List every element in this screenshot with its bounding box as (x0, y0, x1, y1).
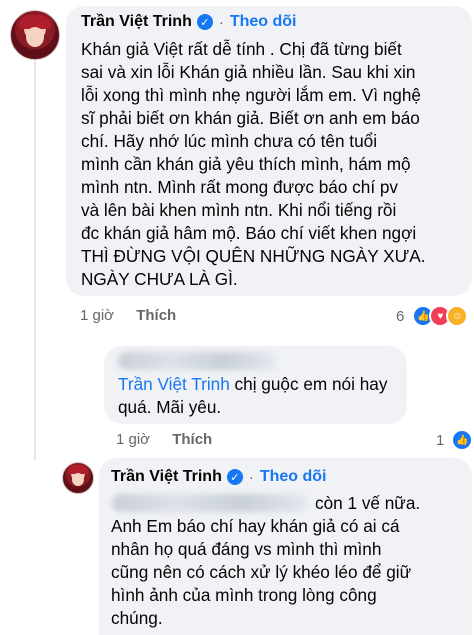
reply-line: quá. Mãi yêu. (118, 397, 222, 417)
author-name[interactable]: Trần Việt Trinh (81, 13, 192, 31)
comment-line: hình ảnh của mình trong lòng công (111, 585, 377, 605)
comment-line: lỗi xong thì mình nhẹ người lắm em. Vì n… (81, 85, 421, 105)
reply-thread-line (34, 60, 36, 460)
comment-line: cũng nên có cách xử lý khéo léo để giữ (111, 562, 412, 582)
reaction-summary[interactable]: 6 👍 ♥ ☺ (396, 305, 469, 327)
verified-badge-icon: ✓ (196, 14, 213, 30)
reply-line-rest: chị guộc em nói hay (229, 374, 388, 394)
follow-button[interactable]: Theo dõi (230, 13, 297, 31)
comment-text: còn 1 vế nữa. Anh Em báo chí hay khán gi… (111, 492, 467, 630)
comment-line: và lên bài khen mình ntn. Khi nổi tiếng … (81, 200, 397, 220)
like-button[interactable]: Thích (136, 307, 176, 324)
separator-dot: · (218, 13, 224, 31)
verified-badge-icon: ✓ (226, 469, 243, 485)
comment-text: Khán giả Việt rất dễ tính . Chị đã từng … (81, 38, 471, 291)
comment-header: Trần Việt Trinh ✓ · Theo dõi (111, 468, 327, 486)
comment-line: NGÀY CHƯA LÀ GÌ. (81, 269, 238, 289)
care-reaction-icon: ☺ (446, 305, 469, 327)
comment-line: Khán giả Việt rất dễ tính . Chị đã từng … (81, 39, 402, 59)
avatar[interactable] (10, 10, 60, 60)
comment-line: mình cần khán giả yêu thích mình, hám mộ (81, 154, 411, 174)
comment-line: THÌ ĐỪNG VỘI QUÊN NHỮNG NGÀY XƯA. (81, 246, 426, 266)
reaction-summary[interactable]: 1 👍 (436, 429, 474, 451)
reaction-count: 6 (396, 307, 405, 325)
comment-line: nhân họ quá đáng vs mình thì mình (111, 539, 382, 559)
timestamp[interactable]: 1 giờ (80, 307, 114, 324)
reply-line: Trần Việt Trinh chị guộc em nói hay (118, 373, 404, 396)
comment-line: chúng. (111, 608, 163, 628)
timestamp[interactable]: 1 giờ (116, 431, 150, 448)
comment-line: mình ntn. Mình rất mong được báo chí pv (81, 177, 399, 197)
comment-header: Trần Việt Trinh ✓ · Theo dõi (81, 13, 297, 31)
like-reaction-icon: 👍 (451, 429, 474, 451)
follow-button[interactable]: Theo dõi (260, 468, 327, 486)
comment-line: chí. Hãy nhớ lúc mình chưa có tên tuổi (81, 131, 378, 151)
reply-text: Trần Việt Trinh chị guộc em nói hay quá.… (118, 373, 404, 419)
comment-actions: 1 giờ Thích (80, 307, 176, 324)
separator-dot: · (248, 468, 254, 486)
comment-line: Anh Em báo chí hay khán giả có ai cá (111, 516, 400, 536)
comment-line: sĩ phải biết ơn khán giả. Biết ơn anh em… (81, 108, 420, 128)
like-button[interactable]: Thích (172, 431, 212, 448)
comment-line: còn 1 vế nữa. (111, 492, 467, 515)
reply-actions: 1 giờ Thích (116, 431, 212, 448)
avatar-face (72, 473, 84, 486)
mention-link[interactable]: Trần Việt Trinh (118, 374, 230, 394)
avatar-face (26, 27, 44, 47)
blurred-author-name (118, 352, 276, 370)
comment-line: đc khán giả hâm mộ. Báo chí viết khen ng… (81, 223, 417, 243)
comment-line-rest: còn 1 vế nữa. (315, 493, 421, 513)
comment-line: sai và xin lỗi Khán giả nhiều lần. Sau k… (81, 62, 416, 82)
avatar[interactable] (62, 462, 94, 494)
reaction-count: 1 (436, 431, 445, 449)
author-name[interactable]: Trần Việt Trinh (111, 468, 222, 486)
